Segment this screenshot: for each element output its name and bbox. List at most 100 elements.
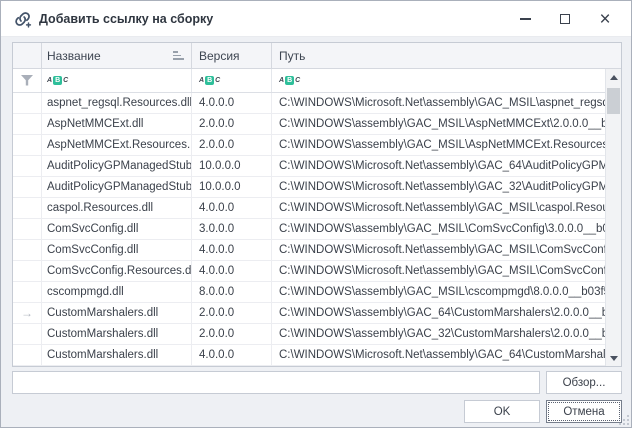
row-indicator: [13, 240, 42, 260]
row-indicator: →: [13, 303, 42, 323]
filter-cell-path[interactable]: ABC: [272, 69, 605, 92]
column-header-path-label: Путь: [279, 49, 305, 63]
cell-version: 4.0.0.0: [192, 261, 272, 281]
cell-name: AuditPolicyGPManagedStub...: [42, 177, 192, 197]
filter-cell-name[interactable]: ABC: [42, 69, 192, 92]
sort-ascending-icon: [173, 51, 184, 60]
cell-version: 2.0.0.0: [192, 114, 272, 134]
vertical-scrollbar[interactable]: [605, 69, 621, 366]
cell-path: C:\WINDOWS\assembly\GAC_MSIL\AspNetMMCEx…: [272, 135, 605, 155]
cell-version: 10.0.0.0: [192, 177, 272, 197]
cell-path: C:\WINDOWS\Microsoft.Net\assembly\GAC_MS…: [272, 198, 605, 218]
scroll-down-button[interactable]: [606, 350, 622, 366]
cell-name: AspNetMMCExt.dll: [42, 114, 192, 134]
filter-funnel-cell[interactable]: [13, 69, 42, 92]
scroll-up-icon: [610, 75, 618, 80]
table-row[interactable]: CustomMarshalers.dll2.0.0.0C:\WINDOWS\as…: [13, 324, 605, 345]
titlebar: Добавить ссылку на сборку ×: [1, 1, 631, 37]
row-indicator: [13, 114, 42, 134]
filter-row: ABC ABC ABC: [13, 69, 605, 93]
filter-cell-version[interactable]: ABC: [192, 69, 272, 92]
cell-version: 4.0.0.0: [192, 93, 272, 113]
link-plus-icon: [13, 9, 33, 29]
table-row[interactable]: CustomMarshalers.dll4.0.0.0C:\WINDOWS\Mi…: [13, 345, 605, 366]
scroll-down-icon: [610, 356, 618, 361]
grid-rows: aspnet_regsql.Resources.dll4.0.0.0C:\WIN…: [13, 93, 605, 366]
column-header-name[interactable]: Название: [42, 43, 192, 68]
maximize-button[interactable]: [545, 1, 585, 37]
table-row[interactable]: AspNetMMCExt.dll2.0.0.0C:\WINDOWS\assemb…: [13, 114, 605, 135]
table-row[interactable]: AspNetMMCExt.Resources...2.0.0.0C:\WINDO…: [13, 135, 605, 156]
abc-filter-icon: ABC: [279, 76, 300, 85]
abc-filter-icon: ABC: [199, 76, 220, 85]
column-header-version-label: Версия: [199, 49, 240, 63]
row-indicator: [13, 198, 42, 218]
cell-version: 2.0.0.0: [192, 324, 272, 344]
grid-body: ABC ABC ABC aspnet_regsql.Resources.dll4…: [13, 69, 621, 366]
minimize-icon: [520, 18, 531, 20]
column-header-version[interactable]: Версия: [192, 43, 272, 68]
add-assembly-reference-dialog: Добавить ссылку на сборку × Название Вер…: [0, 0, 632, 428]
cell-path: C:\WINDOWS\assembly\GAC_MSIL\AspNetMMCEx…: [272, 114, 605, 134]
row-indicator: [13, 324, 42, 344]
cell-name: ComSvcConfig.Resources.dll: [42, 261, 192, 281]
cell-version: 4.0.0.0: [192, 240, 272, 260]
minimize-button[interactable]: [505, 1, 545, 37]
scroll-up-button[interactable]: [606, 69, 622, 85]
cell-name: aspnet_regsql.Resources.dll: [42, 93, 192, 113]
assembly-grid: Название Версия Путь ABC: [12, 42, 622, 367]
row-indicator: [13, 261, 42, 281]
cell-version: 4.0.0.0: [192, 345, 272, 365]
cell-name: CustomMarshalers.dll: [42, 345, 192, 365]
row-indicator: [13, 282, 42, 302]
scrollbar-thumb[interactable]: [607, 88, 620, 114]
cell-name: ComSvcConfig.dll: [42, 240, 192, 260]
focused-row-arrow-icon: →: [21, 306, 33, 320]
cell-path: C:\WINDOWS\assembly\GAC_64\CustomMarshal…: [272, 303, 605, 323]
ok-button[interactable]: OK: [464, 400, 540, 423]
table-row[interactable]: aspnet_regsql.Resources.dll4.0.0.0C:\WIN…: [13, 93, 605, 114]
column-header-path[interactable]: Путь: [272, 43, 621, 68]
dialog-title: Добавить ссылку на сборку: [39, 12, 213, 26]
row-indicator: [13, 345, 42, 365]
funnel-icon: [21, 75, 33, 86]
maximize-icon: [560, 14, 570, 24]
table-row[interactable]: AuditPolicyGPManagedStub...10.0.0.0C:\WI…: [13, 177, 605, 198]
cell-name: CustomMarshalers.dll: [42, 303, 192, 323]
row-indicator: [13, 156, 42, 176]
cell-path: C:\WINDOWS\Microsoft.Net\assembly\GAC_MS…: [272, 240, 605, 260]
cell-name: ComSvcConfig.dll: [42, 219, 192, 239]
cell-name: caspol.Resources.dll: [42, 198, 192, 218]
row-indicator: [13, 177, 42, 197]
table-row[interactable]: caspol.Resources.dll4.0.0.0C:\WINDOWS\Mi…: [13, 198, 605, 219]
cell-path: C:\WINDOWS\Microsoft.Net\assembly\GAC_64…: [272, 156, 605, 176]
cancel-button[interactable]: Отмена: [546, 400, 622, 423]
cell-name: AspNetMMCExt.Resources...: [42, 135, 192, 155]
window-controls: ×: [505, 1, 625, 37]
table-row[interactable]: ComSvcConfig.dll4.0.0.0C:\WINDOWS\Micros…: [13, 240, 605, 261]
browse-button[interactable]: Обзор...: [546, 371, 622, 394]
cell-name: AuditPolicyGPManagedStub...: [42, 156, 192, 176]
cell-path: C:\WINDOWS\assembly\GAC_32\CustomMarshal…: [272, 324, 605, 344]
cell-path: C:\WINDOWS\assembly\GAC_MSIL\cscompmgd\8…: [272, 282, 605, 302]
assembly-path-input[interactable]: [12, 371, 540, 394]
table-row[interactable]: ComSvcConfig.dll3.0.0.0C:\WINDOWS\assemb…: [13, 219, 605, 240]
grid-header: Название Версия Путь: [13, 43, 621, 69]
cell-version: 4.0.0.0: [192, 198, 272, 218]
table-row[interactable]: →CustomMarshalers.dll2.0.0.0C:\WINDOWS\a…: [13, 303, 605, 324]
column-header-name-label: Название: [47, 49, 101, 63]
cell-version: 10.0.0.0: [192, 156, 272, 176]
grid-content: ABC ABC ABC aspnet_regsql.Resources.dll4…: [13, 69, 605, 366]
table-row[interactable]: cscompmgd.dll8.0.0.0C:\WINDOWS\assembly\…: [13, 282, 605, 303]
abc-filter-icon: ABC: [47, 76, 68, 85]
cell-path: C:\WINDOWS\Microsoft.Net\assembly\GAC_MS…: [272, 93, 605, 113]
row-indicator: [13, 219, 42, 239]
row-indicator: [13, 93, 42, 113]
table-row[interactable]: AuditPolicyGPManagedStub...10.0.0.0C:\WI…: [13, 156, 605, 177]
resize-grip[interactable]: [617, 413, 629, 425]
cell-version: 3.0.0.0: [192, 219, 272, 239]
close-button[interactable]: ×: [585, 1, 625, 37]
table-row[interactable]: ComSvcConfig.Resources.dll4.0.0.0C:\WIND…: [13, 261, 605, 282]
cell-path: C:\WINDOWS\assembly\GAC_MSIL\ComSvcConfi…: [272, 219, 605, 239]
header-indicator-cell: [13, 43, 42, 68]
